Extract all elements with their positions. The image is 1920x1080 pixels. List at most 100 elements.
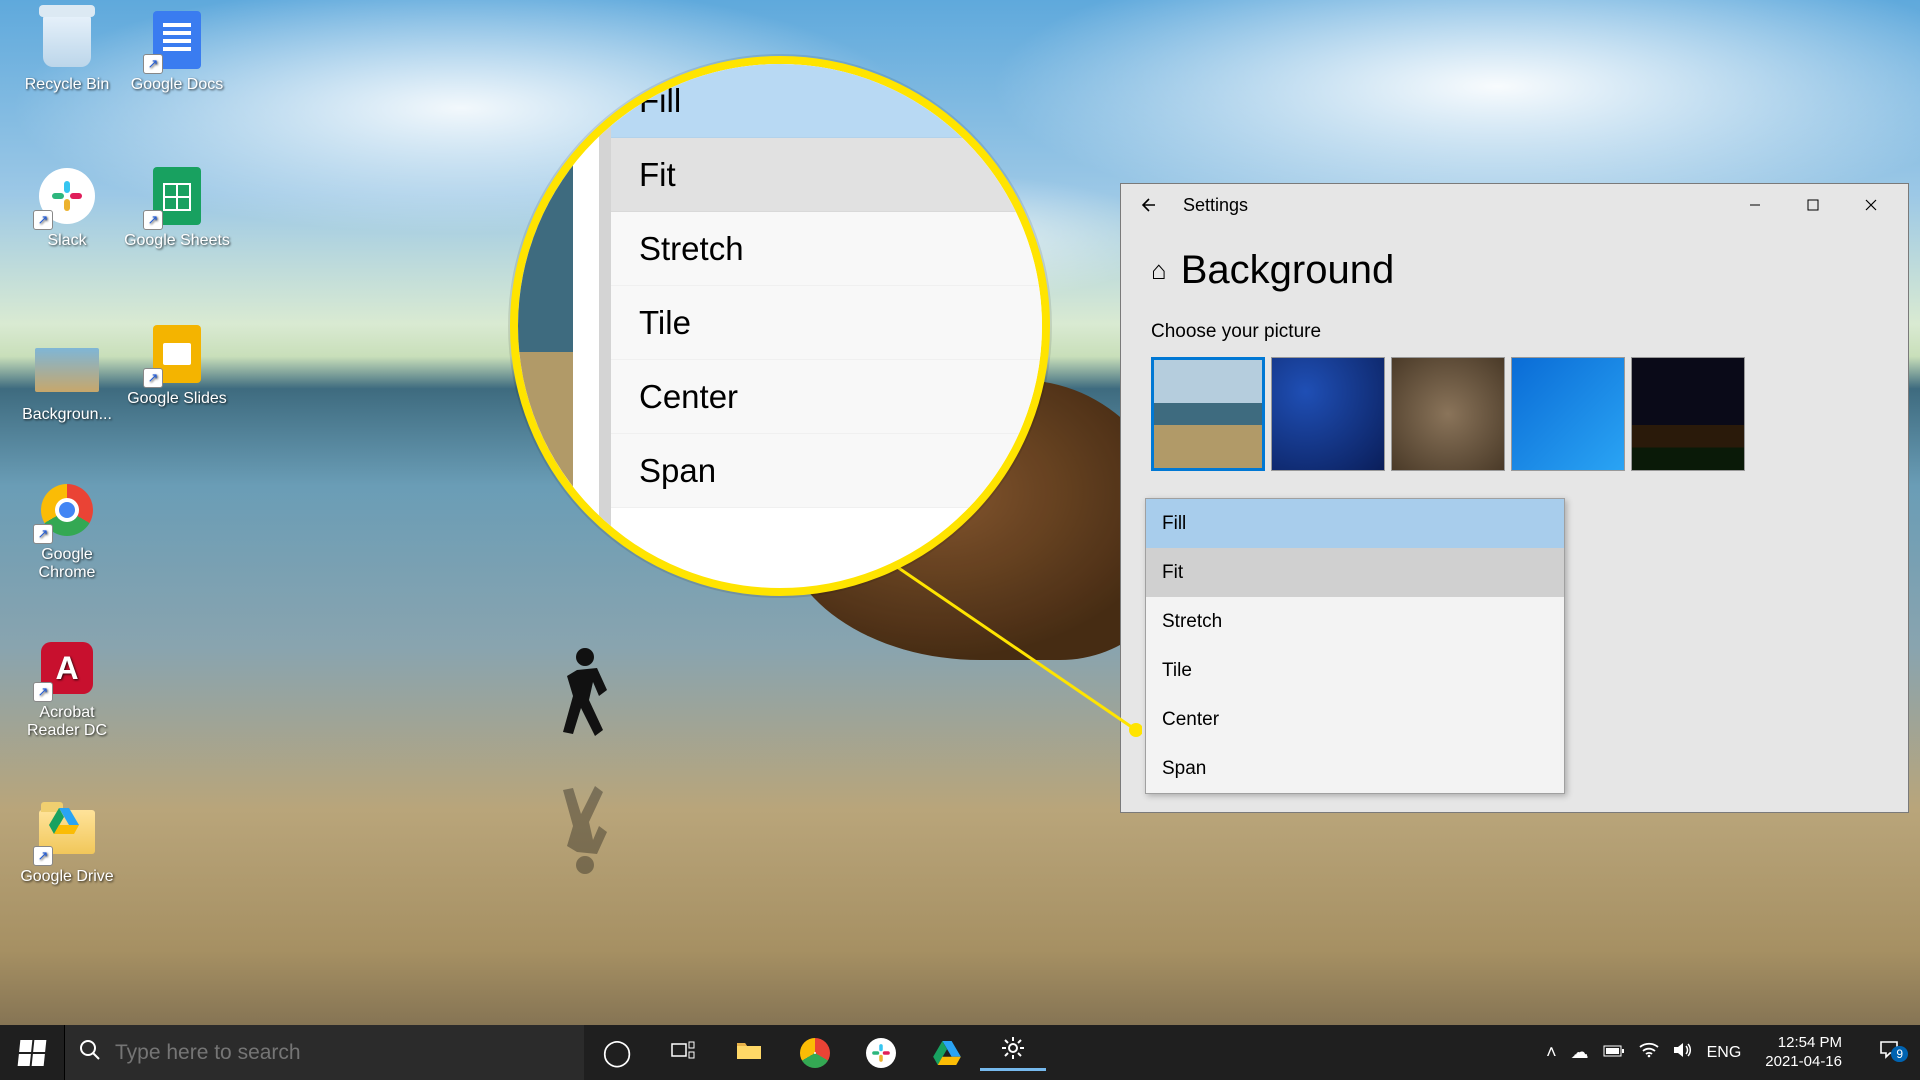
shortcut-arrow-icon: ↗: [143, 54, 163, 74]
onedrive-icon[interactable]: ☁: [1571, 1042, 1589, 1063]
magnifier-callout: Fill Fit Stretch Tile Center Span: [510, 56, 1050, 596]
picture-thumbnail-5[interactable]: [1631, 357, 1745, 471]
desktop-icon-google-chrome[interactable]: ↗ Google Chrome: [12, 478, 122, 582]
chrome-icon: [800, 1038, 830, 1068]
minimize-icon: [1749, 199, 1761, 211]
desktop-icon-label: Google Sheets: [124, 232, 230, 250]
taskbar-cortana[interactable]: ◯: [584, 1037, 650, 1068]
desktop-icon-google-drive[interactable]: ↗ Google Drive: [12, 800, 122, 886]
recycle-bin-icon: [43, 13, 91, 67]
desktop-icon-acrobat-reader[interactable]: A↗ Acrobat Reader DC: [12, 636, 122, 740]
maximize-icon: [1807, 199, 1819, 211]
shortcut-arrow-icon: ↗: [33, 524, 53, 544]
magnifier-fit-dropdown: Fill Fit Stretch Tile Center Span: [611, 64, 1042, 508]
settings-titlebar: Settings: [1121, 184, 1908, 226]
wallpaper-runner-reflection: [555, 772, 615, 882]
shortcut-arrow-icon: ↗: [143, 368, 163, 388]
close-icon: [1865, 199, 1877, 211]
slack-icon: [866, 1038, 896, 1068]
minimize-button[interactable]: [1726, 184, 1784, 226]
system-tray: ˄ ☁ ENG 12:54 PM 2021-04-16 9: [1538, 1025, 1920, 1080]
desktop-icon-google-sheets[interactable]: ↗ Google Sheets: [122, 164, 232, 250]
file-explorer-icon: [735, 1037, 763, 1068]
fit-option-tile[interactable]: Tile: [1146, 646, 1564, 695]
shortcut-arrow-icon: ↗: [33, 210, 53, 230]
picture-thumbnail-3[interactable]: [1391, 357, 1505, 471]
taskbar-slack[interactable]: [848, 1038, 914, 1068]
magnifier-window-edge: [573, 64, 599, 588]
magnifier-wallpaper-strip: [518, 64, 573, 588]
maximize-button[interactable]: [1784, 184, 1842, 226]
magnifier-option-span: Span: [611, 434, 1042, 508]
shortcut-arrow-icon: ↗: [33, 682, 53, 702]
picture-thumbnails-row: [1151, 357, 1878, 471]
google-drive-icon: [933, 1041, 961, 1065]
back-button[interactable]: [1129, 187, 1165, 223]
tray-language[interactable]: ENG: [1707, 1044, 1742, 1062]
magnifier-option-stretch: Stretch: [611, 212, 1042, 286]
desktop-icon-label: Backgroun...: [22, 406, 112, 424]
notification-badge: 9: [1891, 1046, 1908, 1062]
taskbar-file-explorer[interactable]: [716, 1037, 782, 1068]
desktop-icon-background-image[interactable]: Backgroun...: [12, 338, 122, 424]
desktop-icon-label: Recycle Bin: [25, 76, 109, 94]
gear-icon: [1000, 1035, 1026, 1068]
desktop-icon-google-slides[interactable]: ↗ Google Slides: [122, 322, 232, 408]
image-thumbnail-icon: [35, 348, 99, 392]
fit-option-fill[interactable]: Fill: [1146, 499, 1564, 548]
desktop-icon-slack[interactable]: ↗ Slack: [12, 164, 122, 250]
window-title: Settings: [1183, 195, 1248, 216]
search-icon: [79, 1039, 101, 1067]
desktop-icon-google-docs[interactable]: ↗ Google Docs: [122, 8, 232, 94]
shortcut-arrow-icon: ↗: [33, 846, 53, 866]
task-view-icon: [671, 1037, 695, 1068]
shortcut-arrow-icon: ↗: [143, 210, 163, 230]
start-button[interactable]: [0, 1025, 64, 1080]
tray-overflow-icon[interactable]: ˄: [1546, 1042, 1557, 1063]
taskbar: ◯ ˄ ☁ ENG 12:54 PM 2021-04-16 9: [0, 1025, 1920, 1080]
taskbar-task-view[interactable]: [650, 1037, 716, 1068]
magnifier-panel-edge: [599, 64, 611, 588]
desktop-icon-label: Google Drive: [20, 868, 113, 886]
desktop-icon-label: Google Slides: [127, 390, 227, 408]
page-title: Background: [1181, 248, 1394, 293]
taskbar-google-drive[interactable]: [914, 1041, 980, 1065]
picture-thumbnail-1[interactable]: [1151, 357, 1265, 471]
page-heading: ⌂ Background: [1151, 248, 1878, 293]
close-button[interactable]: [1842, 184, 1900, 226]
arrow-left-icon: [1138, 196, 1156, 214]
desktop-icon-label: Google Docs: [131, 76, 224, 94]
fit-option-center[interactable]: Center: [1146, 695, 1564, 744]
cortana-icon: ◯: [602, 1037, 631, 1068]
magnifier-option-fit: Fit: [611, 138, 1042, 212]
action-center-button[interactable]: 9: [1866, 1040, 1912, 1066]
fit-dropdown[interactable]: Fill Fit Stretch Tile Center Span: [1145, 498, 1565, 794]
choose-picture-label: Choose your picture: [1151, 321, 1878, 343]
google-drive-icon: [49, 808, 79, 834]
clock-date: 2021-04-16: [1765, 1053, 1842, 1072]
magnifier-option-center: Center: [611, 360, 1042, 434]
desktop-icon-recycle-bin[interactable]: Recycle Bin: [12, 8, 122, 94]
desktop[interactable]: Recycle Bin ↗ Google Docs ↗ Slack ↗ Goog…: [0, 0, 1920, 1080]
picture-thumbnail-2[interactable]: [1271, 357, 1385, 471]
home-icon[interactable]: ⌂: [1151, 255, 1167, 286]
magnifier-option-tile: Tile: [611, 286, 1042, 360]
clock-time: 12:54 PM: [1765, 1034, 1842, 1053]
taskbar-search[interactable]: [64, 1025, 584, 1080]
picture-thumbnail-4[interactable]: [1511, 357, 1625, 471]
wifi-icon[interactable]: [1639, 1042, 1659, 1063]
fit-option-fit[interactable]: Fit: [1146, 548, 1564, 597]
battery-icon[interactable]: [1603, 1042, 1625, 1063]
taskbar-chrome[interactable]: [782, 1038, 848, 1068]
fit-option-stretch[interactable]: Stretch: [1146, 597, 1564, 646]
magnifier-option-fill: Fill: [611, 64, 1042, 138]
volume-icon[interactable]: [1673, 1042, 1693, 1063]
taskbar-clock[interactable]: 12:54 PM 2021-04-16: [1755, 1028, 1852, 1078]
desktop-icon-label: Slack: [47, 232, 86, 250]
windows-logo-icon: [18, 1040, 47, 1066]
desktop-icon-label: Google Chrome: [12, 546, 122, 582]
fit-option-span[interactable]: Span: [1146, 744, 1564, 793]
taskbar-settings[interactable]: [980, 1035, 1046, 1071]
search-input[interactable]: [115, 1041, 584, 1065]
desktop-icon-label: Acrobat Reader DC: [12, 704, 122, 740]
